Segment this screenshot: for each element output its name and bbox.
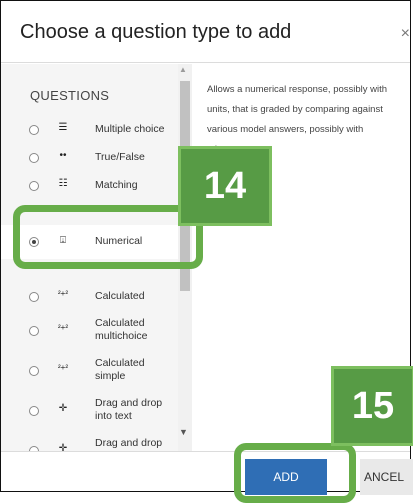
item-label: Drag and drop [95, 437, 163, 449]
list-item-drag-drop-text[interactable]: ✛ Drag and drop into text [1, 395, 178, 427]
dialog-header: Choose a question type to add × [1, 1, 410, 63]
calculated-icon: ²+² [58, 289, 68, 298]
list-item-true-false[interactable]: •• True/False [1, 148, 178, 168]
item-label: Drag and drop into text [95, 397, 163, 422]
item-label: Calculated multichoice [95, 317, 148, 342]
close-icon[interactable]: × [401, 25, 410, 43]
step-callout-14: 14 [178, 146, 272, 226]
item-label: Calculated simple [95, 357, 145, 382]
radio-matching[interactable] [29, 181, 39, 191]
drag-drop-icon: ✛ [58, 443, 68, 451]
item-label: True/False [95, 151, 145, 163]
matching-icon: ☷ [58, 178, 68, 189]
radio-calculated-simple[interactable] [29, 366, 39, 376]
dialog-title: Choose a question type to add [20, 21, 292, 43]
multiple-choice-icon: ☰ [58, 122, 68, 133]
radio-true-false[interactable] [29, 153, 39, 163]
calculated-simple-icon: ²+² [58, 363, 68, 372]
add-highlight-frame [234, 443, 356, 503]
cancel-button[interactable]: ANCEL [360, 459, 413, 495]
radio-drag-drop-text[interactable] [29, 406, 39, 416]
drag-drop-text-icon: ✛ [58, 403, 68, 414]
step-callout-15: 15 [331, 366, 413, 446]
radio-calculated-multichoice[interactable] [29, 326, 39, 336]
numerical-highlight-frame [13, 205, 203, 269]
list-item-drag-drop[interactable]: ✛ Drag and drop [1, 434, 178, 451]
list-item-calculated[interactable]: ²+² Calculated [1, 286, 178, 308]
item-label: Calculated [95, 290, 145, 302]
list-item-calculated-simple[interactable]: ²+² Calculated simple [1, 355, 178, 387]
list-item-calculated-multichoice[interactable]: ²+² Calculated multichoice [1, 315, 178, 347]
radio-multiple-choice[interactable] [29, 125, 39, 135]
radio-calculated[interactable] [29, 292, 39, 302]
scroll-down-icon[interactable]: ▼ [179, 427, 188, 437]
scroll-up-icon[interactable]: ▲ [179, 65, 187, 74]
item-label: Multiple choice [95, 123, 165, 135]
list-item-multiple-choice[interactable]: ☰ Multiple choice [1, 120, 178, 140]
item-label: Matching [95, 179, 138, 191]
list-item-matching[interactable]: ☷ Matching [1, 176, 178, 196]
calculated-multichoice-icon: ²+² [58, 323, 68, 332]
true-false-icon: •• [59, 150, 67, 161]
section-label-questions: QUESTIONS [30, 88, 110, 103]
